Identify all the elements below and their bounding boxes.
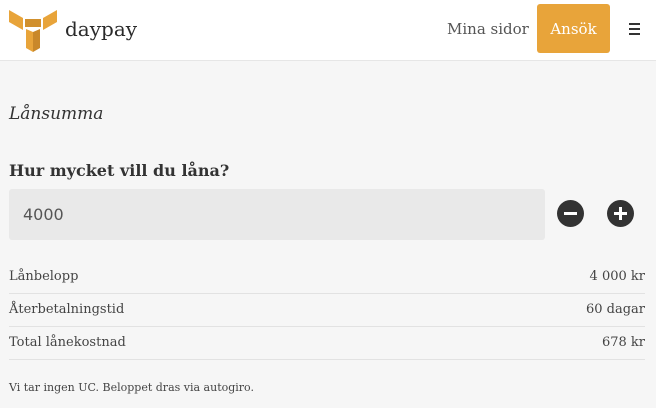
summary-label: Total lånekostnad: [9, 335, 126, 350]
loan-amount-input[interactable]: [9, 189, 545, 240]
apply-button[interactable]: Ansök: [537, 4, 610, 53]
summary-value: 4 000 kr: [589, 269, 645, 284]
minus-circle-icon: [564, 212, 577, 215]
summary-value: 678 kr: [601, 335, 645, 350]
brand-name[interactable]: daypay: [65, 17, 137, 41]
summary-row-loan-amount: Lånbelopp 4 000 kr: [9, 261, 645, 294]
summary-label: Återbetalningstid: [9, 302, 125, 317]
increase-amount-button[interactable]: [607, 200, 634, 227]
summary-row-repayment-time: Återbetalningstid 60 dagar: [9, 294, 645, 327]
summary-label: Lånbelopp: [9, 269, 79, 284]
summary-row-total-cost: Total lånekostnad 678 kr: [9, 327, 645, 360]
header: daypay Mina sidor Ansök: [0, 0, 656, 61]
hamburger-menu-icon[interactable]: [629, 23, 642, 35]
section-title: Lånsumma: [9, 104, 104, 124]
mina-sidor-link[interactable]: Mina sidor: [447, 20, 529, 38]
decrease-amount-button[interactable]: [557, 200, 584, 227]
summary-value: 60 dagar: [585, 302, 645, 317]
loan-amount-question: Hur mycket vill du låna?: [9, 161, 230, 180]
daypay-logo-icon[interactable]: [9, 8, 57, 52]
footnote: Vi tar ingen UC. Beloppet dras via autog…: [9, 381, 254, 394]
